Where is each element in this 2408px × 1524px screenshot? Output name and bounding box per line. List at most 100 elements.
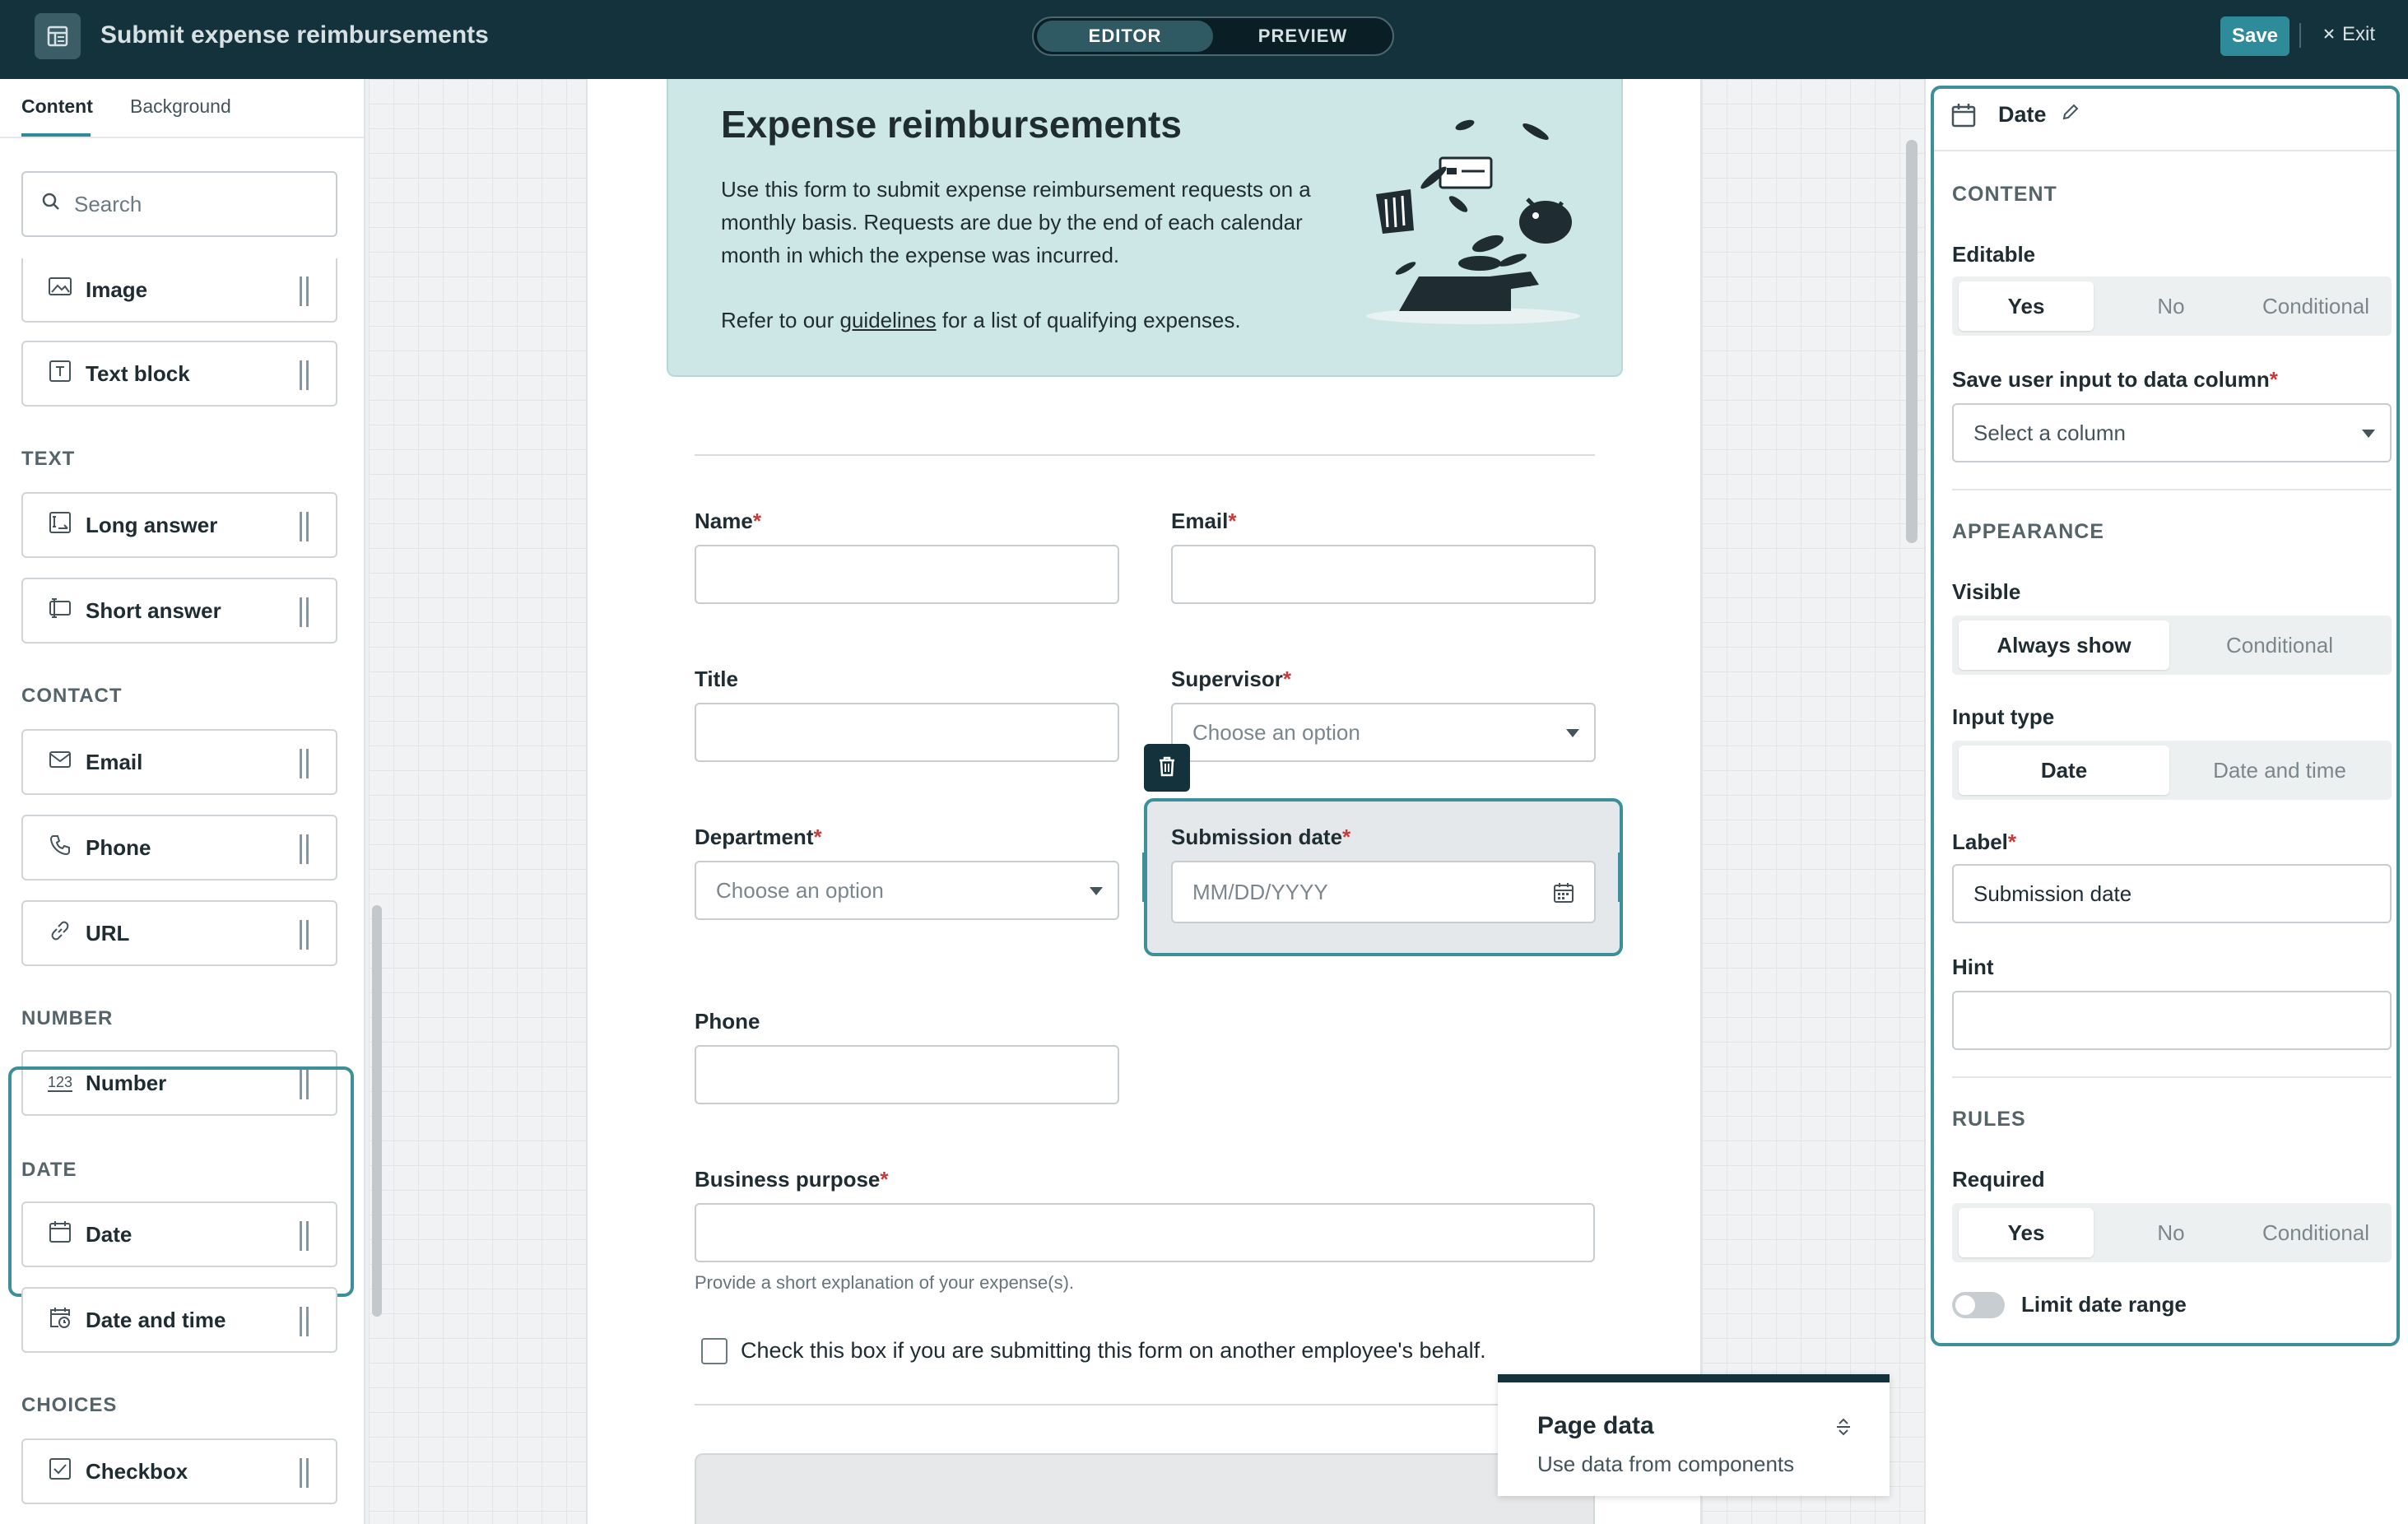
guidelines-prefix: Refer to our	[721, 308, 840, 332]
tab-content[interactable]: Content	[21, 95, 93, 118]
on-behalf-checkbox-label: Check this box if you are submitting thi…	[741, 1338, 1486, 1363]
component-checkbox[interactable]: Checkbox	[21, 1438, 337, 1504]
link-icon	[48, 918, 72, 949]
name-input[interactable]	[695, 545, 1119, 604]
drag-handle-icon[interactable]	[298, 1457, 311, 1495]
component-email[interactable]: Email	[21, 729, 337, 795]
input-type-segmented-control: Date Date and time	[1952, 741, 2392, 800]
department-placeholder: Choose an option	[716, 877, 884, 903]
guidelines-suffix: for a list of qualifying expenses.	[936, 308, 1241, 332]
editor-mode-button[interactable]: EDITOR	[1037, 21, 1213, 52]
save-column-label: Save user input to data column*	[1952, 367, 2278, 392]
component-short-answer[interactable]: Short answer	[21, 578, 337, 644]
drag-handle-icon[interactable]	[298, 596, 311, 634]
preview-mode-button[interactable]: PREVIEW	[1215, 21, 1391, 52]
delete-field-button[interactable]	[1144, 744, 1190, 792]
drag-handle-icon[interactable]	[298, 510, 311, 549]
form-app-icon[interactable]	[35, 13, 81, 59]
chevron-down-icon	[1566, 729, 1579, 737]
label-input[interactable]: Submission date	[1952, 864, 2392, 923]
resize-handle-left[interactable]	[1142, 853, 1146, 902]
supervisor-select[interactable]: Choose an option	[1171, 703, 1596, 762]
component-label: Short answer	[86, 597, 221, 623]
inspector-header-divider	[1934, 150, 2396, 151]
component-text-block[interactable]: Text block	[21, 341, 337, 407]
drag-handle-icon[interactable]	[298, 833, 311, 871]
required-option-no[interactable]: No	[2104, 1208, 2238, 1257]
drag-handle-icon[interactable]	[298, 747, 311, 786]
resize-handle-right[interactable]	[1618, 853, 1621, 902]
phone-input[interactable]	[695, 1045, 1119, 1104]
phone-icon	[48, 833, 72, 863]
business-purpose-input[interactable]	[695, 1203, 1595, 1262]
hint-label: Hint	[1952, 955, 1994, 979]
input-type-option-date[interactable]: Date	[1959, 746, 2169, 795]
date-placeholder: MM/DD/YYYY	[1192, 879, 1328, 904]
component-image[interactable]: Image	[21, 258, 337, 323]
rules-section-heading: RULES	[1952, 1108, 2026, 1131]
image-icon	[48, 275, 72, 305]
component-label: URL	[86, 920, 130, 946]
sidebar-tabs: Content Background	[0, 79, 364, 138]
required-option-conditional[interactable]: Conditional	[2243, 1208, 2388, 1257]
component-date-and-time[interactable]: Date and time	[21, 1287, 337, 1353]
drag-handle-icon[interactable]	[298, 1305, 311, 1344]
component-label: Email	[86, 749, 143, 774]
guidelines-link[interactable]: guidelines	[840, 308, 937, 332]
hint-input[interactable]	[1952, 991, 2392, 1050]
chevron-down-icon	[1090, 887, 1103, 895]
exit-button[interactable]: Exit	[2322, 23, 2375, 46]
input-type-option-date-and-time[interactable]: Date and time	[2174, 746, 2385, 795]
drag-handle-icon[interactable]	[298, 275, 311, 314]
title-input[interactable]	[695, 703, 1119, 762]
calendar-icon[interactable]	[1553, 882, 1574, 909]
close-icon	[2322, 23, 2336, 46]
page-data-panel[interactable]: Page data Use data from components	[1498, 1374, 1890, 1496]
checkbox-icon	[48, 1457, 72, 1487]
drag-handle-icon[interactable]	[298, 1220, 311, 1258]
search-placeholder: Search	[74, 191, 142, 216]
drag-handle-icon[interactable]	[298, 359, 311, 397]
content-section-heading: CONTENT	[1952, 183, 2057, 206]
active-tab-indicator	[21, 133, 91, 137]
editable-label: Editable	[1952, 242, 2036, 267]
pencil-icon[interactable]	[2061, 102, 2080, 126]
chevron-down-icon	[2362, 430, 2375, 438]
tab-background[interactable]: Background	[130, 95, 231, 118]
visible-option-conditional[interactable]: Conditional	[2174, 620, 2385, 670]
component-url[interactable]: URL	[21, 900, 337, 966]
component-label: Image	[86, 276, 148, 302]
visible-label: Visible	[1952, 579, 2021, 604]
email-input[interactable]	[1171, 545, 1596, 604]
component-phone[interactable]: Phone	[21, 815, 337, 880]
business-purpose-label: Business purpose*	[695, 1167, 889, 1192]
editable-option-no[interactable]: No	[2104, 281, 2238, 331]
phone-label: Phone	[695, 1009, 760, 1034]
limit-date-range-toggle[interactable]	[1952, 1292, 2005, 1318]
sidebar-scrollbar[interactable]	[372, 905, 382, 1317]
editable-option-yes[interactable]: Yes	[1959, 281, 2094, 331]
department-select[interactable]: Choose an option	[695, 861, 1119, 920]
editable-option-conditional[interactable]: Conditional	[2243, 281, 2388, 331]
component-label: Checkbox	[86, 1458, 188, 1484]
save-button[interactable]: Save	[2220, 16, 2289, 56]
components-sidebar: Content Background Search Image Text blo…	[0, 79, 365, 1524]
search-icon	[41, 192, 61, 217]
component-search-input[interactable]: Search	[21, 171, 337, 237]
expense-illustration	[1366, 107, 1588, 329]
canvas-scrollbar[interactable]	[1906, 140, 1918, 543]
data-column-select[interactable]: Select a column	[1952, 403, 2392, 462]
component-date[interactable]: Date	[21, 1201, 337, 1267]
next-section-block[interactable]	[695, 1453, 1595, 1524]
expand-collapse-icon[interactable]	[1835, 1417, 1852, 1441]
visible-option-always-show[interactable]: Always show	[1959, 620, 2169, 670]
toggle-knob	[1955, 1295, 1975, 1315]
section-divider	[1952, 489, 2392, 490]
submission-date-input[interactable]: MM/DD/YYYY	[1171, 861, 1596, 923]
title-label: Title	[695, 667, 738, 691]
supervisor-placeholder: Choose an option	[1192, 719, 1360, 745]
required-option-yes[interactable]: Yes	[1959, 1208, 2094, 1257]
component-long-answer[interactable]: Long answer	[21, 492, 337, 558]
on-behalf-checkbox[interactable]	[701, 1338, 728, 1364]
drag-handle-icon[interactable]	[298, 918, 311, 957]
